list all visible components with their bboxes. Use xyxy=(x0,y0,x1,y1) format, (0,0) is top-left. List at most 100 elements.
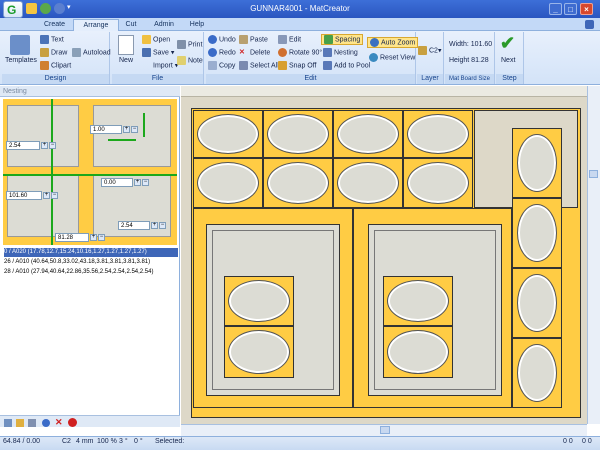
delete-icon[interactable]: ✕ xyxy=(55,417,63,428)
help-icon[interactable] xyxy=(585,20,594,29)
import-button[interactable]: Import ▾ xyxy=(142,61,178,70)
move-up-icon[interactable] xyxy=(4,419,12,427)
spin-up-button[interactable]: + xyxy=(41,142,48,149)
tab-arrange[interactable]: Arrange xyxy=(73,19,119,31)
spacing-top-input[interactable]: 1.00 xyxy=(90,125,122,134)
rotate-button[interactable]: Rotate 90° xyxy=(278,48,322,57)
reset-view-icon xyxy=(369,53,378,62)
spin-down-button[interactable]: − xyxy=(98,234,105,241)
spin-up-button[interactable]: + xyxy=(90,234,97,241)
undo-label: Undo xyxy=(219,36,236,44)
new-button[interactable]: New xyxy=(119,57,133,64)
open-icon xyxy=(142,35,151,44)
spin-down-button[interactable]: − xyxy=(159,222,166,229)
spacing-middle-input[interactable]: 0.00 xyxy=(101,178,133,187)
nesting-icon xyxy=(323,48,332,57)
templates-button[interactable]: Templates xyxy=(5,57,37,64)
oval-opening[interactable] xyxy=(267,114,329,154)
mat-height-value[interactable]: Height 81.28 xyxy=(449,57,489,64)
add-to-pool-button[interactable]: Add to Pool xyxy=(323,61,370,70)
spin-up-button[interactable]: + xyxy=(151,222,158,229)
design-group-label: Design xyxy=(2,74,109,84)
undo-icon[interactable] xyxy=(42,419,50,427)
paste-button[interactable]: Paste xyxy=(239,35,268,44)
scroll-thumb[interactable] xyxy=(380,426,390,434)
spin-up-button[interactable]: + xyxy=(123,126,130,133)
list-item[interactable]: 26 / A010 (40.64,50.8,33.02,43.18,3.81,3… xyxy=(4,258,178,267)
reset-view-button[interactable]: Reset View xyxy=(369,53,415,62)
list-item[interactable]: 0 / A020 (17.78,12.7,15.24,10.16,1.27,1.… xyxy=(4,248,178,257)
oval-opening[interactable] xyxy=(407,162,469,204)
oval-opening[interactable] xyxy=(517,204,557,262)
next-button[interactable]: Next xyxy=(501,57,515,64)
draw-button[interactable]: Draw xyxy=(40,48,67,57)
tab-help[interactable]: Help xyxy=(184,19,210,31)
undo-button[interactable]: Undo xyxy=(208,35,236,44)
scroll-thumb[interactable] xyxy=(589,170,598,178)
oval-opening[interactable] xyxy=(197,114,259,154)
open-button[interactable]: Open xyxy=(142,35,170,44)
tab-create[interactable]: Create xyxy=(37,19,72,31)
layer-group: C2▾ Layer xyxy=(417,32,444,84)
left-margin-input[interactable]: 2.54 xyxy=(6,141,40,150)
status-offset: 0 ° xyxy=(134,438,143,445)
spin-up-button[interactable]: + xyxy=(134,179,141,186)
layer-dropdown[interactable]: C2▾ xyxy=(418,46,441,55)
mat-height-input[interactable]: 81.28 xyxy=(55,233,89,242)
nesting-button[interactable]: Nesting xyxy=(323,48,358,57)
save-button[interactable]: Save ▾ xyxy=(142,48,174,57)
edit-button[interactable]: Edit xyxy=(278,35,301,44)
delete-icon: ✕ xyxy=(239,49,245,56)
auto-zoom-button[interactable]: Auto Zoom xyxy=(367,37,419,48)
tab-admin[interactable]: Admin xyxy=(146,19,182,31)
layers-icon[interactable] xyxy=(28,419,36,427)
spin-up-button[interactable]: + xyxy=(43,192,50,199)
tab-cut[interactable]: Cut xyxy=(120,19,142,31)
mat-width-value[interactable]: Width: 101.60 xyxy=(449,41,492,48)
list-item[interactable]: 28 / A010 (27.94,40.64,22.86,35.56,2.54,… xyxy=(4,268,178,277)
oval-opening[interactable] xyxy=(407,114,469,154)
select-all-button[interactable]: Select All xyxy=(239,61,279,70)
oval-opening[interactable] xyxy=(387,280,449,322)
mat-width-input[interactable]: 101.60 xyxy=(6,191,42,200)
text-button[interactable]: Text xyxy=(40,35,64,44)
import-label: Import xyxy=(153,62,173,70)
oval-opening[interactable] xyxy=(197,162,259,204)
spin-down-button[interactable]: − xyxy=(51,192,58,199)
margin-guide xyxy=(108,139,136,141)
oval-opening[interactable] xyxy=(267,162,329,204)
layer-group-label: Layer xyxy=(417,74,443,84)
clipart-button[interactable]: Clipart xyxy=(40,61,71,70)
redo-button[interactable]: Redo xyxy=(208,48,236,57)
oval-opening[interactable] xyxy=(517,344,557,402)
autoload-button[interactable]: Autoload xyxy=(72,48,111,57)
note-button[interactable]: Note xyxy=(177,56,203,65)
oval-opening[interactable] xyxy=(228,280,290,322)
clipart-icon xyxy=(40,61,49,70)
oval-opening[interactable] xyxy=(337,114,399,154)
copy-button[interactable]: Copy xyxy=(208,61,235,70)
print-button[interactable]: Print xyxy=(177,40,202,49)
oval-opening[interactable] xyxy=(517,274,557,332)
maximize-button[interactable]: □ xyxy=(564,3,577,15)
close-button[interactable]: × xyxy=(580,3,593,15)
edit-group: Undo Redo Copy Paste ✕ Delete Select All … xyxy=(206,32,419,84)
vertical-scrollbar[interactable] xyxy=(587,86,600,424)
delete-button[interactable]: ✕ Delete xyxy=(239,48,270,57)
spin-down-button[interactable]: − xyxy=(142,179,149,186)
snap-off-button[interactable]: Snap Off xyxy=(278,61,317,70)
oval-opening[interactable] xyxy=(387,330,449,374)
spin-down-button[interactable]: − xyxy=(49,142,56,149)
oval-opening[interactable] xyxy=(517,134,557,192)
oval-opening[interactable] xyxy=(228,330,290,374)
file-group: New Open Save ▾ Import ▾ Print Note File xyxy=(112,32,204,84)
minimize-button[interactable]: _ xyxy=(549,3,562,15)
folder-icon[interactable] xyxy=(16,419,24,427)
oval-opening[interactable] xyxy=(337,162,399,204)
status-zoom: 100 % xyxy=(97,438,117,445)
spin-down-button[interactable]: − xyxy=(131,126,138,133)
bottom-margin-input[interactable]: 2.54 xyxy=(118,221,150,230)
cancel-icon[interactable] xyxy=(68,418,77,427)
status-right-a: 0 0 xyxy=(563,438,573,445)
spacing-button[interactable]: Spacing xyxy=(321,34,364,45)
